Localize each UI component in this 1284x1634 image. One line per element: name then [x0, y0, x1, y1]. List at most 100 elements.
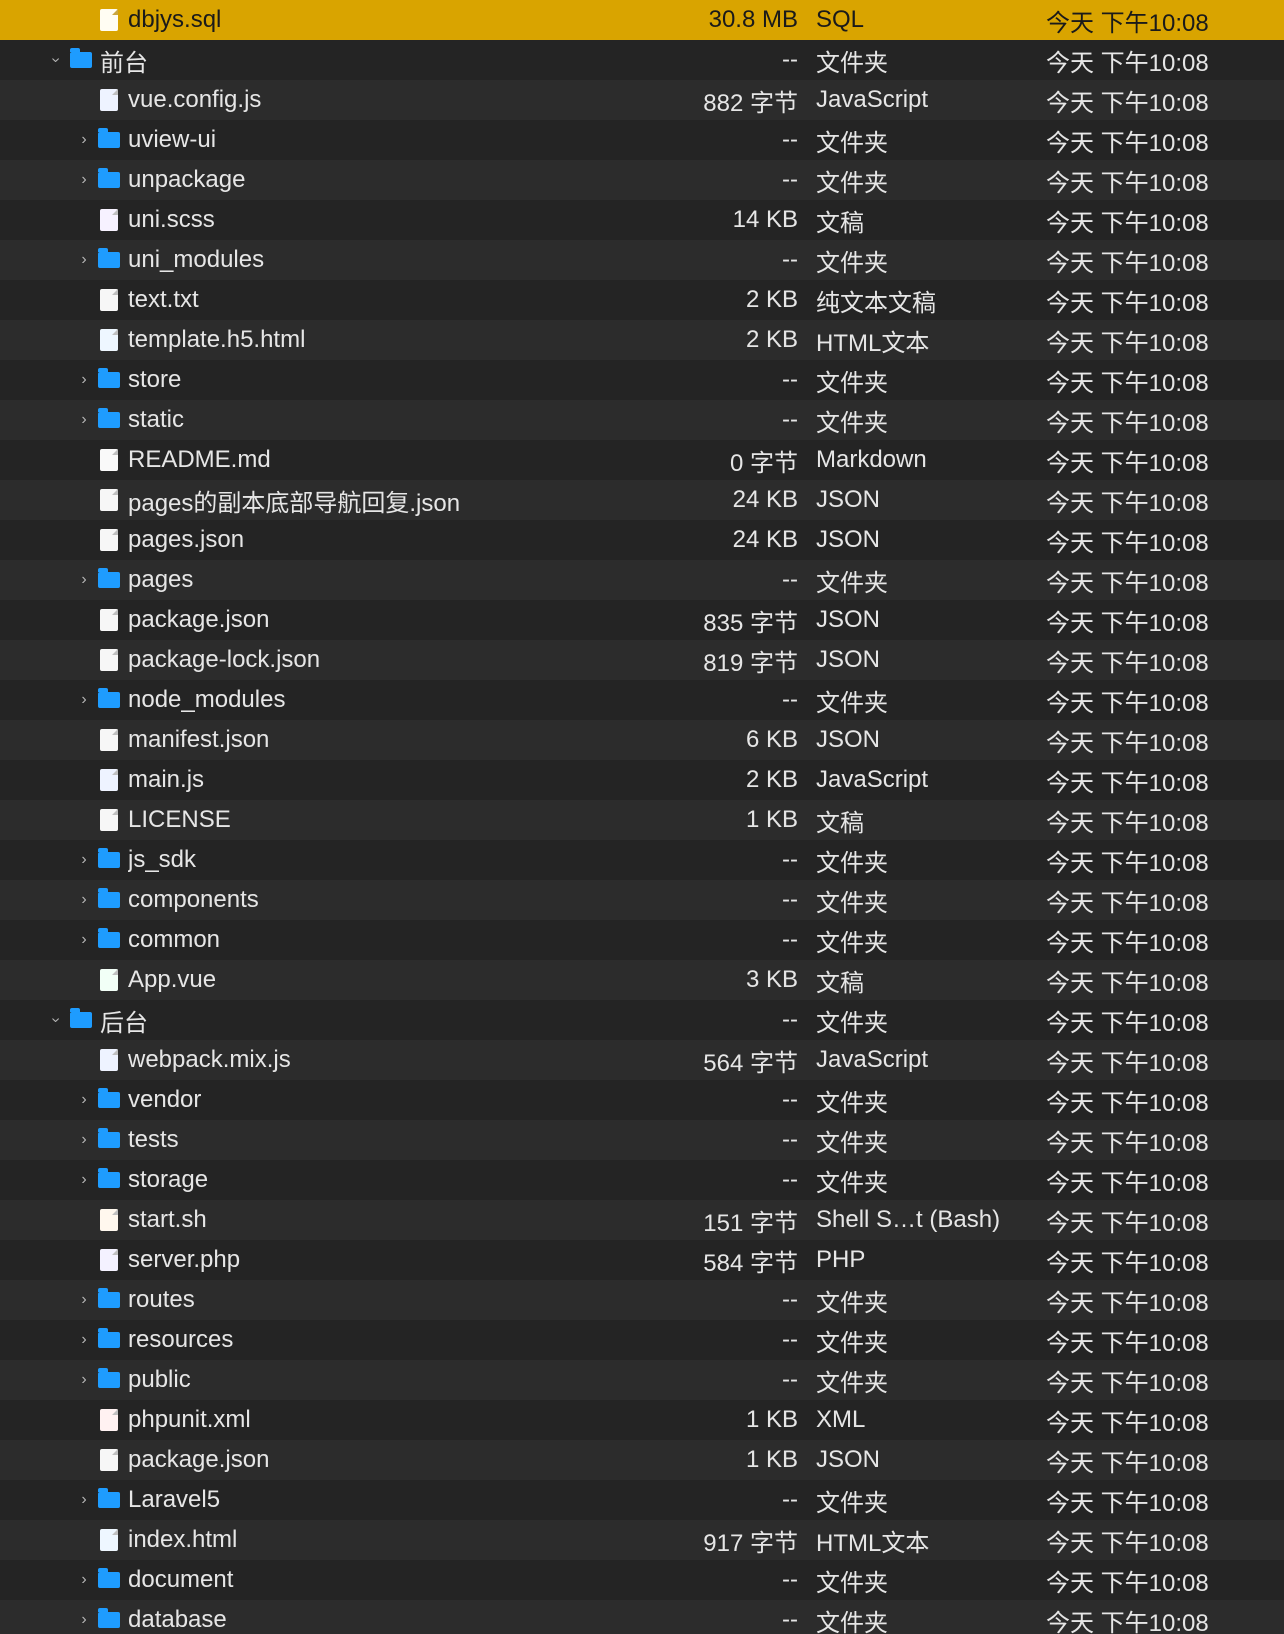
- chevron-down-icon[interactable]: ›: [44, 51, 68, 69]
- file-kind: 文件夹: [816, 1083, 1046, 1118]
- file-size: --: [686, 926, 816, 954]
- file-name: package.json: [128, 606, 686, 634]
- icon-slot: [96, 9, 122, 31]
- table-row[interactable]: package.json835 字节JSON今天 下午10:08: [0, 600, 1284, 640]
- table-row[interactable]: pages的副本底部导航回复.json24 KBJSON今天 下午10:08: [0, 480, 1284, 520]
- file-date: 今天 下午10:08: [1046, 763, 1276, 798]
- chevron-right-icon[interactable]: ›: [72, 851, 96, 869]
- chevron-right-icon[interactable]: ›: [72, 571, 96, 589]
- table-row[interactable]: package.json1 KBJSON今天 下午10:08: [0, 1440, 1284, 1480]
- table-row[interactable]: ›document--文件夹今天 下午10:08: [0, 1560, 1284, 1600]
- file-name: README.md: [128, 446, 686, 474]
- chevron-right-icon[interactable]: ›: [72, 1571, 96, 1589]
- table-row[interactable]: vue.config.js882 字节JavaScript今天 下午10:08: [0, 80, 1284, 120]
- file-name: node_modules: [128, 686, 686, 714]
- table-row[interactable]: ›前台--文件夹今天 下午10:08: [0, 40, 1284, 80]
- table-row[interactable]: dbjys.sql30.8 MBSQL今天 下午10:08: [0, 0, 1284, 40]
- chevron-right-icon[interactable]: ›: [72, 1091, 96, 1109]
- chevron-right-icon[interactable]: ›: [72, 131, 96, 149]
- chevron-right-icon[interactable]: ›: [72, 1131, 96, 1149]
- table-row[interactable]: start.sh151 字节Shell S…t (Bash)今天 下午10:08: [0, 1200, 1284, 1240]
- chevron-right-icon[interactable]: ›: [72, 251, 96, 269]
- icon-slot: [96, 809, 122, 831]
- table-row[interactable]: ›uview-ui--文件夹今天 下午10:08: [0, 120, 1284, 160]
- table-row[interactable]: uni.scss14 KB文稿今天 下午10:08: [0, 200, 1284, 240]
- table-row[interactable]: ›common--文件夹今天 下午10:08: [0, 920, 1284, 960]
- table-row[interactable]: main.js2 KBJavaScript今天 下午10:08: [0, 760, 1284, 800]
- table-row[interactable]: index.html917 字节HTML文本今天 下午10:08: [0, 1520, 1284, 1560]
- chevron-right-icon[interactable]: ›: [72, 1171, 96, 1189]
- table-row[interactable]: README.md0 字节Markdown今天 下午10:08: [0, 440, 1284, 480]
- table-row[interactable]: ›components--文件夹今天 下午10:08: [0, 880, 1284, 920]
- chevron-right-icon[interactable]: ›: [72, 1331, 96, 1349]
- table-row[interactable]: text.txt2 KB纯文本文稿今天 下午10:08: [0, 280, 1284, 320]
- table-row[interactable]: ›routes--文件夹今天 下午10:08: [0, 1280, 1284, 1320]
- chevron-right-icon[interactable]: ›: [72, 931, 96, 949]
- file-name: storage: [128, 1166, 686, 1194]
- table-row[interactable]: ›database--文件夹今天 下午10:08: [0, 1600, 1284, 1634]
- icon-slot: [96, 1049, 122, 1071]
- file-size: --: [686, 1326, 816, 1354]
- file-name: text.txt: [128, 286, 686, 314]
- file-icon: [100, 809, 118, 831]
- file-date: 今天 下午10:08: [1046, 1163, 1276, 1198]
- table-row[interactable]: manifest.json6 KBJSON今天 下午10:08: [0, 720, 1284, 760]
- chevron-right-icon[interactable]: ›: [72, 891, 96, 909]
- icon-slot: [96, 1249, 122, 1271]
- chevron-right-icon[interactable]: ›: [72, 1291, 96, 1309]
- file-size: --: [686, 1606, 816, 1634]
- table-row[interactable]: ›storage--文件夹今天 下午10:08: [0, 1160, 1284, 1200]
- file-kind: 文件夹: [816, 43, 1046, 78]
- file-date: 今天 下午10:08: [1046, 1363, 1276, 1398]
- chevron-right-icon[interactable]: ›: [72, 1371, 96, 1389]
- chevron-right-icon[interactable]: ›: [72, 691, 96, 709]
- table-row[interactable]: ›后台--文件夹今天 下午10:08: [0, 1000, 1284, 1040]
- file-size: --: [686, 566, 816, 594]
- icon-slot: [96, 1372, 122, 1388]
- file-name: uni.scss: [128, 206, 686, 234]
- file-icon: [100, 769, 118, 791]
- chevron-down-icon[interactable]: ›: [44, 1011, 68, 1029]
- table-row[interactable]: webpack.mix.js564 字节JavaScript今天 下午10:08: [0, 1040, 1284, 1080]
- table-row[interactable]: ›resources--文件夹今天 下午10:08: [0, 1320, 1284, 1360]
- file-size: 1 KB: [686, 1406, 816, 1434]
- chevron-right-icon[interactable]: ›: [72, 1611, 96, 1629]
- file-icon: [100, 1529, 118, 1551]
- file-size: 882 字节: [686, 83, 816, 118]
- table-row[interactable]: ›static--文件夹今天 下午10:08: [0, 400, 1284, 440]
- file-name: phpunit.xml: [128, 1406, 686, 1434]
- chevron-right-icon[interactable]: ›: [72, 1491, 96, 1509]
- file-size: --: [686, 1286, 816, 1314]
- table-row[interactable]: ›tests--文件夹今天 下午10:08: [0, 1120, 1284, 1160]
- file-size: 30.8 MB: [686, 6, 816, 34]
- chevron-right-icon[interactable]: ›: [72, 411, 96, 429]
- table-row[interactable]: App.vue3 KB文稿今天 下午10:08: [0, 960, 1284, 1000]
- file-name: main.js: [128, 766, 686, 794]
- icon-slot: [96, 1332, 122, 1348]
- icon-slot: [96, 372, 122, 388]
- file-name: tests: [128, 1126, 686, 1154]
- table-row[interactable]: ›uni_modules--文件夹今天 下午10:08: [0, 240, 1284, 280]
- file-kind: 文件夹: [816, 243, 1046, 278]
- table-row[interactable]: phpunit.xml1 KBXML今天 下午10:08: [0, 1400, 1284, 1440]
- table-row[interactable]: server.php584 字节PHP今天 下午10:08: [0, 1240, 1284, 1280]
- table-row[interactable]: ›Laravel5--文件夹今天 下午10:08: [0, 1480, 1284, 1520]
- table-row[interactable]: ›public--文件夹今天 下午10:08: [0, 1360, 1284, 1400]
- file-name: server.php: [128, 1246, 686, 1274]
- table-row[interactable]: ›js_sdk--文件夹今天 下午10:08: [0, 840, 1284, 880]
- folder-icon: [98, 372, 120, 388]
- table-row[interactable]: pages.json24 KBJSON今天 下午10:08: [0, 520, 1284, 560]
- table-row[interactable]: ›node_modules--文件夹今天 下午10:08: [0, 680, 1284, 720]
- table-row[interactable]: template.h5.html2 KBHTML文本今天 下午10:08: [0, 320, 1284, 360]
- table-row[interactable]: ›pages--文件夹今天 下午10:08: [0, 560, 1284, 600]
- table-row[interactable]: ›unpackage--文件夹今天 下午10:08: [0, 160, 1284, 200]
- chevron-right-icon[interactable]: ›: [72, 171, 96, 189]
- table-row[interactable]: LICENSE1 KB文稿今天 下午10:08: [0, 800, 1284, 840]
- chevron-right-icon[interactable]: ›: [72, 371, 96, 389]
- table-row[interactable]: package-lock.json819 字节JSON今天 下午10:08: [0, 640, 1284, 680]
- file-name: pages.json: [128, 526, 686, 554]
- table-row[interactable]: ›vendor--文件夹今天 下午10:08: [0, 1080, 1284, 1120]
- file-name: package.json: [128, 1446, 686, 1474]
- table-row[interactable]: ›store--文件夹今天 下午10:08: [0, 360, 1284, 400]
- icon-slot: [96, 729, 122, 751]
